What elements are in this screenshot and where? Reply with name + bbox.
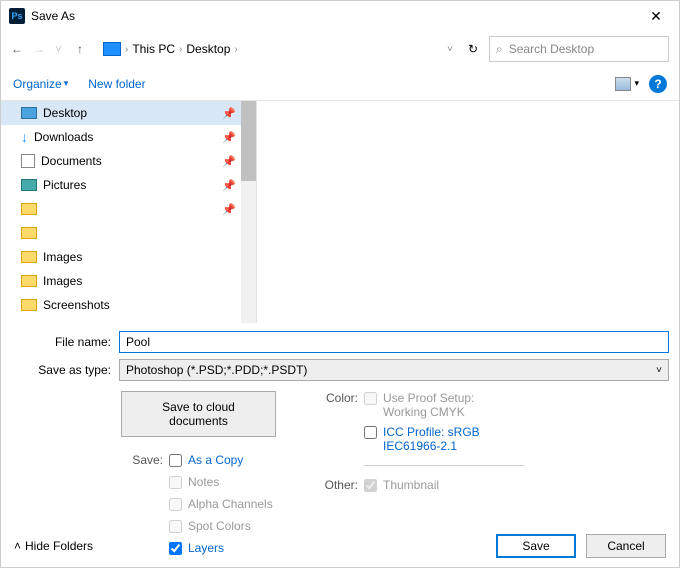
forward-icon: → xyxy=(33,42,49,56)
notes-checkbox: Notes xyxy=(169,475,273,489)
crumb-item[interactable]: This PC xyxy=(132,42,175,56)
tree-item-label: Images xyxy=(43,250,82,264)
folder-tree[interactable]: Desktop📌↓Downloads📌Documents📌Pictures📌📌I… xyxy=(1,101,256,323)
tree-item-label: Screenshots xyxy=(43,298,110,312)
help-icon[interactable]: ? xyxy=(649,75,667,93)
window-title: Save As xyxy=(31,9,641,23)
new-folder-button[interactable]: New folder xyxy=(88,77,145,91)
hide-folders-button[interactable]: ˄ Hide Folders xyxy=(14,539,93,553)
chevron-down-icon[interactable]: ˅ xyxy=(55,42,71,56)
thumbnail-label: Thumbnail xyxy=(383,478,439,492)
view-icon[interactable] xyxy=(615,77,631,91)
color-label: Color: xyxy=(316,391,358,453)
chevron-down-icon[interactable]: ▾ xyxy=(634,78,639,89)
cloud-save-button[interactable]: Save to cloud documents xyxy=(121,391,276,437)
chevron-up-icon: ˄ xyxy=(14,539,21,553)
folder-icon xyxy=(103,42,121,56)
alpha-label: Alpha Channels xyxy=(188,497,273,511)
tree-item[interactable]: Desktop 📌 xyxy=(1,101,256,125)
icc-checkbox[interactable]: ICC Profile: sRGB xyxy=(364,425,480,439)
tree-item[interactable]: Images xyxy=(1,245,256,269)
tree-item[interactable]: Screenshots xyxy=(1,293,256,317)
scrollbar-thumb[interactable] xyxy=(241,101,256,181)
app-icon: Ps xyxy=(9,8,25,24)
pin-icon: 📌 xyxy=(222,107,236,120)
as-copy-checkbox[interactable]: As a Copy xyxy=(169,453,273,467)
organize-button[interactable]: Organize ▾ xyxy=(13,77,68,91)
chevron-right-icon: › xyxy=(125,44,128,55)
proof-sub: Working CMYK xyxy=(364,405,480,419)
divider xyxy=(364,465,524,466)
up-icon[interactable]: ↑ xyxy=(77,42,93,56)
tree-item-label: Pictures xyxy=(43,178,86,192)
pin-icon: 📌 xyxy=(222,203,236,216)
type-select[interactable]: Photoshop (*.PSD;*.PDD;*.PSDT) ˅ xyxy=(119,359,669,381)
type-label: Save as type: xyxy=(11,363,119,377)
save-button[interactable]: Save xyxy=(496,534,576,558)
crumb-item[interactable]: Desktop xyxy=(186,42,230,56)
as-copy-label: As a Copy xyxy=(188,453,243,467)
filename-label: File name: xyxy=(11,335,119,349)
file-list[interactable] xyxy=(256,101,679,323)
search-icon: ⌕ xyxy=(496,42,503,57)
search-placeholder: Search Desktop xyxy=(509,42,594,56)
chevron-right-icon: › xyxy=(234,44,237,55)
chevron-down-icon: ˅ xyxy=(656,365,662,376)
thumbnail-checkbox: Thumbnail xyxy=(364,478,439,492)
tree-item[interactable]: Documents 📌 xyxy=(1,149,256,173)
tree-item-label: Desktop xyxy=(43,106,87,120)
breadcrumb[interactable]: › This PC › Desktop › ˅ xyxy=(99,42,457,56)
refresh-icon[interactable]: ↻ xyxy=(463,42,483,56)
cancel-button[interactable]: Cancel xyxy=(586,534,666,558)
filename-input[interactable] xyxy=(119,331,669,353)
hide-folders-label: Hide Folders xyxy=(25,539,93,553)
chevron-down-icon: ▾ xyxy=(64,78,69,89)
proof-checkbox: Use Proof Setup: xyxy=(364,391,480,405)
tree-item[interactable]: Images xyxy=(1,269,256,293)
tree-item-label: Downloads xyxy=(34,130,93,144)
tree-item[interactable] xyxy=(1,221,256,245)
tree-item[interactable]: ↓Downloads📌 xyxy=(1,125,256,149)
search-input[interactable]: ⌕ Search Desktop xyxy=(489,36,669,62)
alpha-checkbox: Alpha Channels xyxy=(169,497,273,511)
other-label: Other: xyxy=(316,478,358,492)
icc-sub: IEC61966-2.1 xyxy=(364,439,480,453)
tree-item-label: Documents xyxy=(41,154,102,168)
chevron-right-icon: › xyxy=(179,44,182,55)
tree-item[interactable]: 📌 xyxy=(1,197,256,221)
organize-label: Organize xyxy=(13,77,62,91)
tree-item[interactable]: Pictures 📌 xyxy=(1,173,256,197)
pin-icon: 📌 xyxy=(222,179,236,192)
proof-label: Use Proof Setup: xyxy=(383,391,474,405)
type-value: Photoshop (*.PSD;*.PDD;*.PSDT) xyxy=(126,363,307,377)
pin-icon: 📌 xyxy=(222,155,236,168)
back-icon[interactable]: ← xyxy=(11,42,27,56)
notes-label: Notes xyxy=(188,475,219,489)
pin-icon: 📌 xyxy=(222,131,236,144)
close-icon[interactable]: ✕ xyxy=(641,8,671,25)
icc-label: ICC Profile: sRGB xyxy=(383,425,480,439)
chevron-down-icon[interactable]: ˅ xyxy=(447,44,453,55)
tree-item-label: Images xyxy=(43,274,82,288)
